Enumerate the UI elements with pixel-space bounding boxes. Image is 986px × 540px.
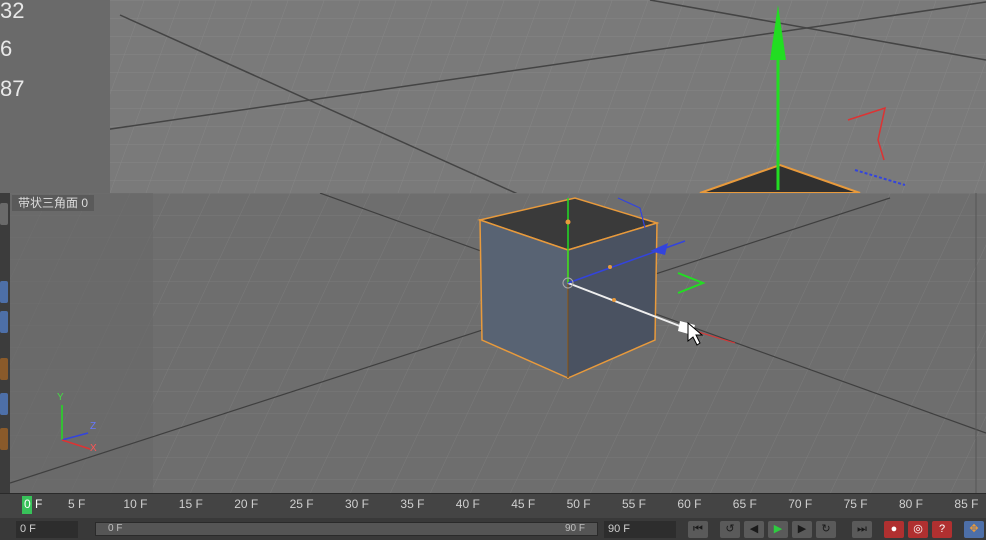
- timeline-tick-label: 45 F: [511, 497, 536, 511]
- current-frame-suffix: F: [35, 497, 43, 511]
- timeline[interactable]: 0 F 5 F 10 F 15 F 20 F 25 F 30 F 35 F 40 F 45 F 5…: [0, 493, 986, 519]
- timeline-tick-label: 30 F: [345, 497, 370, 511]
- timeline-tick-label: 35 F: [400, 497, 425, 511]
- stat-2: 6: [0, 36, 13, 61]
- next-frame-button[interactable]: ▶: [792, 521, 812, 538]
- stat-3: 87: [0, 76, 25, 101]
- timeline-tick-label: 25 F: [289, 497, 314, 511]
- tool-button-5[interactable]: [0, 393, 8, 415]
- timeline-tick-label: 80 F: [899, 497, 924, 511]
- timeline-tick-label: 55 F: [622, 497, 647, 511]
- gizmo-z-label: Z: [90, 421, 97, 432]
- gizmo-y-label: Y: [57, 392, 64, 403]
- top-grid: [0, 0, 986, 195]
- gizmo-x-label: X: [90, 443, 97, 454]
- tool-button-1[interactable]: [0, 203, 8, 225]
- prev-frame-button[interactable]: ◀: [744, 521, 764, 538]
- timeline-tick-label: 70 F: [788, 497, 813, 511]
- current-frame-label: 0: [24, 497, 31, 511]
- timeline-tick-label: 5 F: [68, 497, 86, 511]
- tool-button-4[interactable]: [0, 358, 8, 380]
- auto-key-button[interactable]: ◎: [908, 521, 928, 538]
- main-grid: [10, 193, 986, 493]
- timeline-tick-label: 20 F: [234, 497, 259, 511]
- timeline-tick-label: 40 F: [455, 497, 480, 511]
- timeline-tick-label: 75 F: [843, 497, 868, 511]
- tool-strip: [0, 193, 10, 493]
- tool-button-6[interactable]: [0, 428, 8, 450]
- start-frame-field[interactable]: 0 F: [16, 521, 78, 538]
- move-icon[interactable]: ✥: [964, 521, 984, 538]
- main-viewport[interactable]: 带状三角面 0 Y Z X: [10, 193, 986, 493]
- range-slider[interactable]: 0 F 90 F: [95, 522, 598, 536]
- playback-controls: 0 F 0 F 90 F 90 F ⏮ ↺ ◀ ▶ ▶ ↻ ⏭ ● ◎ ? ✥: [0, 518, 986, 540]
- timeline-tick-label: 65 F: [732, 497, 757, 511]
- top-viewport[interactable]: 32 6 87: [0, 0, 986, 195]
- help-button[interactable]: ?: [932, 521, 952, 538]
- end-frame-field[interactable]: 90 F: [604, 521, 676, 538]
- tool-button-3[interactable]: [0, 311, 8, 333]
- slider-end: 90 F: [564, 523, 585, 534]
- next-key-button[interactable]: ↻: [816, 521, 836, 538]
- prev-key-button[interactable]: ↺: [720, 521, 740, 538]
- tool-button-2[interactable]: [0, 281, 8, 303]
- record-button[interactable]: ●: [884, 521, 904, 538]
- play-button[interactable]: ▶: [768, 521, 788, 538]
- stat-1: 32: [0, 0, 25, 23]
- timeline-tick-label: 50 F: [566, 497, 591, 511]
- timeline-tick-label: 85 F: [954, 497, 979, 511]
- go-start-button[interactable]: ⏮: [688, 521, 708, 538]
- timeline-tick-label: 15 F: [178, 497, 203, 511]
- viewport-label: 带状三角面 0: [12, 195, 95, 211]
- timeline-tick-label: 60 F: [677, 497, 702, 511]
- slider-start: 0 F: [108, 523, 123, 534]
- go-end-button[interactable]: ⏭: [852, 521, 872, 538]
- timeline-tick-label: 10 F: [123, 497, 148, 511]
